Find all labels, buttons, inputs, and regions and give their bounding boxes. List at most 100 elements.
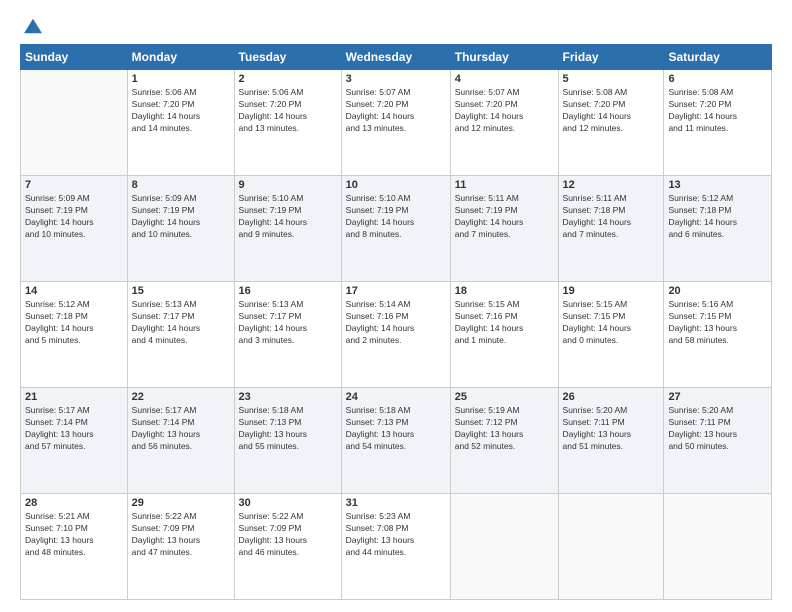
day-info: Sunrise: 5:16 AM Sunset: 7:15 PM Dayligh…	[668, 299, 767, 347]
header	[20, 18, 772, 34]
day-info: Sunrise: 5:06 AM Sunset: 7:20 PM Dayligh…	[132, 87, 230, 135]
day-info: Sunrise: 5:10 AM Sunset: 7:19 PM Dayligh…	[239, 193, 337, 241]
day-cell: 19 Sunrise: 5:15 AM Sunset: 7:15 PM Dayli…	[558, 282, 664, 388]
day-info: Sunrise: 5:14 AM Sunset: 7:16 PM Dayligh…	[346, 299, 446, 347]
day-number: 23	[239, 391, 337, 403]
day-number: 29	[132, 497, 230, 509]
day-number: 17	[346, 285, 446, 297]
day-cell: 14 Sunrise: 5:12 AM Sunset: 7:18 PM Dayli…	[21, 282, 128, 388]
day-number: 8	[132, 179, 230, 191]
day-cell: 2 Sunrise: 5:06 AM Sunset: 7:20 PM Daylig…	[234, 70, 341, 176]
day-number: 7	[25, 179, 123, 191]
day-number: 3	[346, 73, 446, 85]
logo	[20, 18, 42, 34]
day-info: Sunrise: 5:06 AM Sunset: 7:20 PM Dayligh…	[239, 87, 337, 135]
day-cell: 16 Sunrise: 5:13 AM Sunset: 7:17 PM Dayli…	[234, 282, 341, 388]
calendar-body: 1 Sunrise: 5:06 AM Sunset: 7:20 PM Daylig…	[21, 70, 772, 600]
day-number: 15	[132, 285, 230, 297]
day-cell: 4Sunrise: 5:07 AM Sunset: 7:20 PM Daylig…	[450, 70, 558, 176]
day-number: 24	[346, 391, 446, 403]
day-info: Sunrise: 5:22 AM Sunset: 7:09 PM Dayligh…	[239, 511, 337, 559]
week-row-2: 7 Sunrise: 5:09 AM Sunset: 7:19 PM Daylig…	[21, 176, 772, 282]
day-number: 13	[668, 179, 767, 191]
day-number: 10	[346, 179, 446, 191]
day-cell: 9 Sunrise: 5:10 AM Sunset: 7:19 PM Daylig…	[234, 176, 341, 282]
header-cell-thursday: Thursday	[450, 45, 558, 70]
day-number: 5	[563, 73, 660, 85]
day-cell	[450, 494, 558, 600]
day-info: Sunrise: 5:07 AM Sunset: 7:20 PM Dayligh…	[346, 87, 446, 135]
day-cell: 5 Sunrise: 5:08 AM Sunset: 7:20 PM Daylig…	[558, 70, 664, 176]
day-number: 9	[239, 179, 337, 191]
day-info: Sunrise: 5:11 AM Sunset: 7:19 PM Dayligh…	[455, 193, 554, 241]
day-cell: 6 Sunrise: 5:08 AM Sunset: 7:20 PM Daylig…	[664, 70, 772, 176]
day-info: Sunrise: 5:12 AM Sunset: 7:18 PM Dayligh…	[668, 193, 767, 241]
day-number: 1	[132, 73, 230, 85]
day-number: 12	[563, 179, 660, 191]
day-number: 26	[563, 391, 660, 403]
day-info: Sunrise: 5:23 AM Sunset: 7:08 PM Dayligh…	[346, 511, 446, 559]
day-cell: 12Sunrise: 5:11 AM Sunset: 7:18 PM Dayli…	[558, 176, 664, 282]
calendar-table: SundayMondayTuesdayWednesdayThursdayFrid…	[20, 44, 772, 600]
day-info: Sunrise: 5:15 AM Sunset: 7:15 PM Dayligh…	[563, 299, 660, 347]
week-row-5: 28Sunrise: 5:21 AM Sunset: 7:10 PM Dayli…	[21, 494, 772, 600]
day-number: 30	[239, 497, 337, 509]
header-cell-saturday: Saturday	[664, 45, 772, 70]
day-cell	[664, 494, 772, 600]
day-cell: 28Sunrise: 5:21 AM Sunset: 7:10 PM Dayli…	[21, 494, 128, 600]
header-cell-friday: Friday	[558, 45, 664, 70]
week-row-4: 21 Sunrise: 5:17 AM Sunset: 7:14 PM Dayli…	[21, 388, 772, 494]
day-number: 19	[563, 285, 660, 297]
day-info: Sunrise: 5:10 AM Sunset: 7:19 PM Dayligh…	[346, 193, 446, 241]
day-cell: 23 Sunrise: 5:18 AM Sunset: 7:13 PM Dayli…	[234, 388, 341, 494]
logo-icon	[24, 18, 42, 34]
week-row-1: 1 Sunrise: 5:06 AM Sunset: 7:20 PM Daylig…	[21, 70, 772, 176]
day-info: Sunrise: 5:13 AM Sunset: 7:17 PM Dayligh…	[132, 299, 230, 347]
day-cell: 1 Sunrise: 5:06 AM Sunset: 7:20 PM Daylig…	[127, 70, 234, 176]
day-cell: 8 Sunrise: 5:09 AM Sunset: 7:19 PM Daylig…	[127, 176, 234, 282]
day-info: Sunrise: 5:15 AM Sunset: 7:16 PM Dayligh…	[455, 299, 554, 347]
page: SundayMondayTuesdayWednesdayThursdayFrid…	[0, 0, 792, 612]
day-info: Sunrise: 5:13 AM Sunset: 7:17 PM Dayligh…	[239, 299, 337, 347]
header-row: SundayMondayTuesdayWednesdayThursdayFrid…	[21, 45, 772, 70]
day-number: 21	[25, 391, 123, 403]
day-number: 14	[25, 285, 123, 297]
day-number: 31	[346, 497, 446, 509]
day-number: 4	[455, 73, 554, 85]
day-cell: 3 Sunrise: 5:07 AM Sunset: 7:20 PM Daylig…	[341, 70, 450, 176]
day-number: 2	[239, 73, 337, 85]
day-number: 18	[455, 285, 554, 297]
day-number: 11	[455, 179, 554, 191]
day-info: Sunrise: 5:09 AM Sunset: 7:19 PM Dayligh…	[25, 193, 123, 241]
day-number: 27	[668, 391, 767, 403]
day-number: 28	[25, 497, 123, 509]
day-info: Sunrise: 5:08 AM Sunset: 7:20 PM Dayligh…	[668, 87, 767, 135]
day-number: 22	[132, 391, 230, 403]
day-number: 6	[668, 73, 767, 85]
day-cell: 24 Sunrise: 5:18 AM Sunset: 7:13 PM Dayli…	[341, 388, 450, 494]
day-info: Sunrise: 5:18 AM Sunset: 7:13 PM Dayligh…	[239, 405, 337, 453]
day-number: 20	[668, 285, 767, 297]
day-cell: 11 Sunrise: 5:11 AM Sunset: 7:19 PM Dayli…	[450, 176, 558, 282]
day-info: Sunrise: 5:09 AM Sunset: 7:19 PM Dayligh…	[132, 193, 230, 241]
day-cell: 18 Sunrise: 5:15 AM Sunset: 7:16 PM Dayli…	[450, 282, 558, 388]
day-cell: 29Sunrise: 5:22 AM Sunset: 7:09 PM Dayli…	[127, 494, 234, 600]
day-cell: 20 Sunrise: 5:16 AM Sunset: 7:15 PM Dayli…	[664, 282, 772, 388]
day-info: Sunrise: 5:20 AM Sunset: 7:11 PM Dayligh…	[668, 405, 767, 453]
day-cell: 22 Sunrise: 5:17 AM Sunset: 7:14 PM Dayli…	[127, 388, 234, 494]
logo-text	[20, 18, 42, 34]
day-info: Sunrise: 5:08 AM Sunset: 7:20 PM Dayligh…	[563, 87, 660, 135]
day-cell	[21, 70, 128, 176]
day-cell: 26Sunrise: 5:20 AM Sunset: 7:11 PM Dayli…	[558, 388, 664, 494]
day-info: Sunrise: 5:18 AM Sunset: 7:13 PM Dayligh…	[346, 405, 446, 453]
header-cell-wednesday: Wednesday	[341, 45, 450, 70]
header-cell-sunday: Sunday	[21, 45, 128, 70]
day-cell: 25Sunrise: 5:19 AM Sunset: 7:12 PM Dayli…	[450, 388, 558, 494]
day-number: 25	[455, 391, 554, 403]
day-number: 16	[239, 285, 337, 297]
day-info: Sunrise: 5:12 AM Sunset: 7:18 PM Dayligh…	[25, 299, 123, 347]
week-row-3: 14 Sunrise: 5:12 AM Sunset: 7:18 PM Dayli…	[21, 282, 772, 388]
day-cell: 21Sunrise: 5:17 AM Sunset: 7:14 PM Dayli…	[21, 388, 128, 494]
day-info: Sunrise: 5:17 AM Sunset: 7:14 PM Dayligh…	[132, 405, 230, 453]
day-cell: 17 Sunrise: 5:14 AM Sunset: 7:16 PM Dayli…	[341, 282, 450, 388]
